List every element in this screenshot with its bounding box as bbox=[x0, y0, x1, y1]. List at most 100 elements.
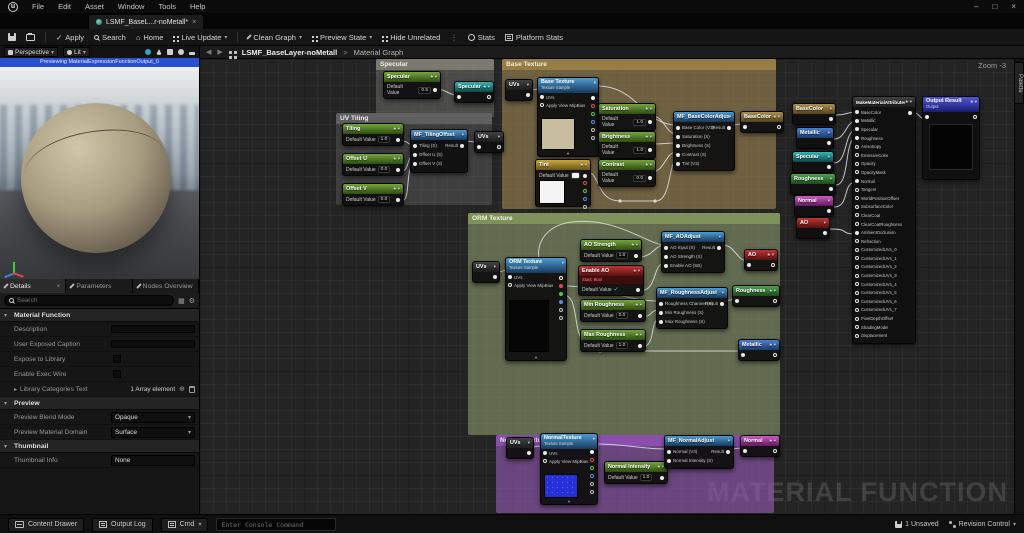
expose-to-library-checkbox[interactable] bbox=[113, 355, 121, 363]
star-icon[interactable]: ★ bbox=[773, 114, 777, 120]
pin-refraction[interactable]: Refraction bbox=[853, 237, 915, 246]
save-icon[interactable] bbox=[8, 33, 16, 41]
node-texture-sample-normal[interactable]: NormalTextureTexture Sample▾ UVs Apply V… bbox=[540, 433, 598, 505]
console-command-input[interactable] bbox=[221, 521, 331, 529]
pin-result[interactable]: Result bbox=[703, 299, 726, 308]
pin-dot[interactable] bbox=[583, 181, 587, 185]
chevron-down-icon[interactable]: ▾ bbox=[778, 114, 780, 120]
chevron-down-icon[interactable]: ▾ bbox=[830, 106, 832, 112]
pin-result[interactable]: Result bbox=[710, 123, 733, 132]
pin-dot[interactable] bbox=[855, 222, 859, 226]
pin-result[interactable]: Result bbox=[700, 243, 723, 252]
output-pin[interactable] bbox=[827, 209, 831, 213]
star-icon[interactable]: ★ bbox=[645, 162, 649, 168]
pin-max-roughness-s-[interactable]: Max Roughness (S) bbox=[657, 317, 727, 326]
star-icon[interactable]: ★ bbox=[393, 186, 397, 192]
pin-r[interactable] bbox=[587, 102, 597, 110]
pin-dot[interactable] bbox=[590, 474, 594, 478]
chevron-down-icon[interactable]: ▾ bbox=[462, 132, 464, 138]
chevron-down-icon[interactable]: ▾ bbox=[527, 82, 529, 88]
pin-dot[interactable] bbox=[855, 162, 859, 166]
chevron-down-icon[interactable]: ▾ bbox=[828, 154, 830, 160]
node-reroute-declaration-basecolor[interactable]: BaseColor★▾ bbox=[740, 111, 784, 133]
pin-roughness[interactable]: Roughness bbox=[853, 134, 915, 143]
filter-icon[interactable]: ▦ bbox=[178, 297, 185, 305]
pin-dot[interactable] bbox=[590, 466, 594, 470]
preview-material-domain-dropdown[interactable]: Surface▾ bbox=[111, 427, 195, 438]
output-pin[interactable] bbox=[396, 198, 400, 202]
details-search[interactable] bbox=[4, 295, 174, 306]
star-icon[interactable]: ★ bbox=[580, 162, 584, 168]
menu-item[interactable]: File bbox=[32, 2, 44, 11]
pin-ao-strength-s-[interactable]: AO Strength (S) bbox=[662, 252, 724, 261]
input-pin[interactable] bbox=[747, 263, 751, 267]
pin-dot[interactable] bbox=[855, 265, 859, 269]
section-preview[interactable]: ▾ Preview bbox=[0, 397, 199, 410]
pin-offset-v-s-[interactable]: Offset V (S) bbox=[411, 159, 467, 168]
chevron-down-icon[interactable]: ▾ bbox=[528, 440, 530, 446]
lit-dropdown[interactable]: Lit ▾ bbox=[63, 47, 90, 57]
pin-dot[interactable] bbox=[855, 308, 859, 312]
menu-item[interactable]: Help bbox=[190, 2, 205, 11]
tab-nodes-overview[interactable]: Nodes Overview bbox=[133, 279, 199, 293]
preview-state-button[interactable]: Preview State▾ bbox=[312, 33, 372, 42]
thumbnail-info-dropdown[interactable]: None bbox=[111, 455, 195, 466]
pin-g[interactable] bbox=[555, 290, 565, 298]
pin-contrast-s-[interactable]: Contrast (S) bbox=[674, 150, 734, 159]
pin-worldpositionoffset[interactable]: WorldPositionOffset bbox=[853, 194, 915, 203]
node-makematerialattributes[interactable]: MakeMaterialAttributes★▾ BaseColorMetall… bbox=[852, 96, 916, 344]
pin-dot[interactable] bbox=[855, 110, 859, 114]
pin-customizeduvs-6[interactable]: CustomizedUVs_6 bbox=[853, 297, 915, 306]
pin-dot[interactable] bbox=[591, 104, 595, 108]
pin-r[interactable] bbox=[586, 456, 596, 464]
chevron-right-icon[interactable]: ▸ bbox=[14, 386, 17, 393]
node-input-enable-ao[interactable]: Enable AO★▾ Static Bool Default Value✓ bbox=[578, 265, 644, 296]
pin-dot[interactable] bbox=[591, 128, 595, 132]
pin-dot[interactable] bbox=[855, 334, 859, 338]
node-mf-tilingoffset[interactable]: MF_TilingOffset▾ Result Tiling (S)Offset… bbox=[410, 129, 468, 173]
pin-rgb[interactable] bbox=[586, 448, 596, 456]
pin-opacitymask[interactable]: OpacityMask bbox=[853, 168, 915, 177]
output-pin[interactable] bbox=[973, 115, 977, 119]
pin-clearcoat[interactable]: ClearCoat bbox=[853, 211, 915, 220]
pin-min-roughness-s-[interactable]: Min Roughness (S) bbox=[657, 308, 727, 317]
output-pin[interactable] bbox=[638, 314, 642, 318]
pin-tint-v3-[interactable]: Tint (V3) bbox=[674, 159, 734, 168]
chevron-down-icon[interactable]: ▾ bbox=[975, 99, 977, 105]
breadcrumb-root[interactable]: LSMF_BaseLayer-noMetall bbox=[242, 48, 337, 57]
output-pin[interactable] bbox=[648, 176, 652, 180]
star-icon[interactable]: ★ bbox=[905, 99, 909, 105]
node-texture-sample-base[interactable]: Base TextureTexture Sample▾ UVs Apply Vi… bbox=[537, 77, 599, 157]
description-field[interactable] bbox=[111, 325, 195, 333]
menu-item[interactable]: Asset bbox=[85, 2, 104, 11]
pin-dot[interactable] bbox=[659, 302, 663, 306]
output-pin[interactable] bbox=[648, 120, 652, 124]
chevron-down-icon[interactable]: ▾ bbox=[650, 134, 652, 140]
platform-stats-button[interactable]: Platform Stats bbox=[505, 33, 563, 42]
back-icon[interactable]: ◀ bbox=[206, 48, 211, 56]
menu-item[interactable]: Tools bbox=[158, 2, 176, 11]
pin-rgba[interactable] bbox=[555, 314, 565, 322]
node-output-result[interactable]: Output ResultOutput★▾ bbox=[922, 96, 980, 180]
pin-rgba[interactable] bbox=[586, 488, 596, 496]
chevron-down-icon[interactable]: ▾ bbox=[488, 84, 490, 90]
pin-dot[interactable] bbox=[855, 299, 859, 303]
chevron-down-icon[interactable]: ▾ bbox=[636, 242, 638, 248]
pin-a[interactable] bbox=[587, 126, 597, 134]
live-update-button[interactable]: Live Update▾ bbox=[173, 33, 227, 42]
pin-dot[interactable] bbox=[855, 317, 859, 321]
pin-a[interactable] bbox=[555, 306, 565, 314]
pin-rgb[interactable] bbox=[555, 274, 565, 282]
node-input-saturation[interactable]: Saturation★▾ Default Value1.0 bbox=[598, 103, 656, 131]
pin-dot[interactable] bbox=[559, 300, 563, 304]
output-pin[interactable] bbox=[823, 231, 827, 235]
pin-dot[interactable] bbox=[583, 205, 587, 209]
pin-dot[interactable] bbox=[855, 188, 859, 192]
node-input-min-roughness[interactable]: Min Roughness★▾ Default Value0.0 bbox=[580, 299, 646, 322]
pin-dot[interactable] bbox=[667, 459, 671, 463]
pin-clearcoatroughness[interactable]: ClearCoatRoughness bbox=[853, 220, 915, 229]
pin-r[interactable] bbox=[555, 282, 565, 290]
chevron-down-icon[interactable]: ▾ bbox=[593, 436, 595, 442]
chevron-down-icon[interactable]: ▾ bbox=[774, 438, 776, 444]
section-material-function[interactable]: ▾ Material Function bbox=[0, 309, 199, 322]
